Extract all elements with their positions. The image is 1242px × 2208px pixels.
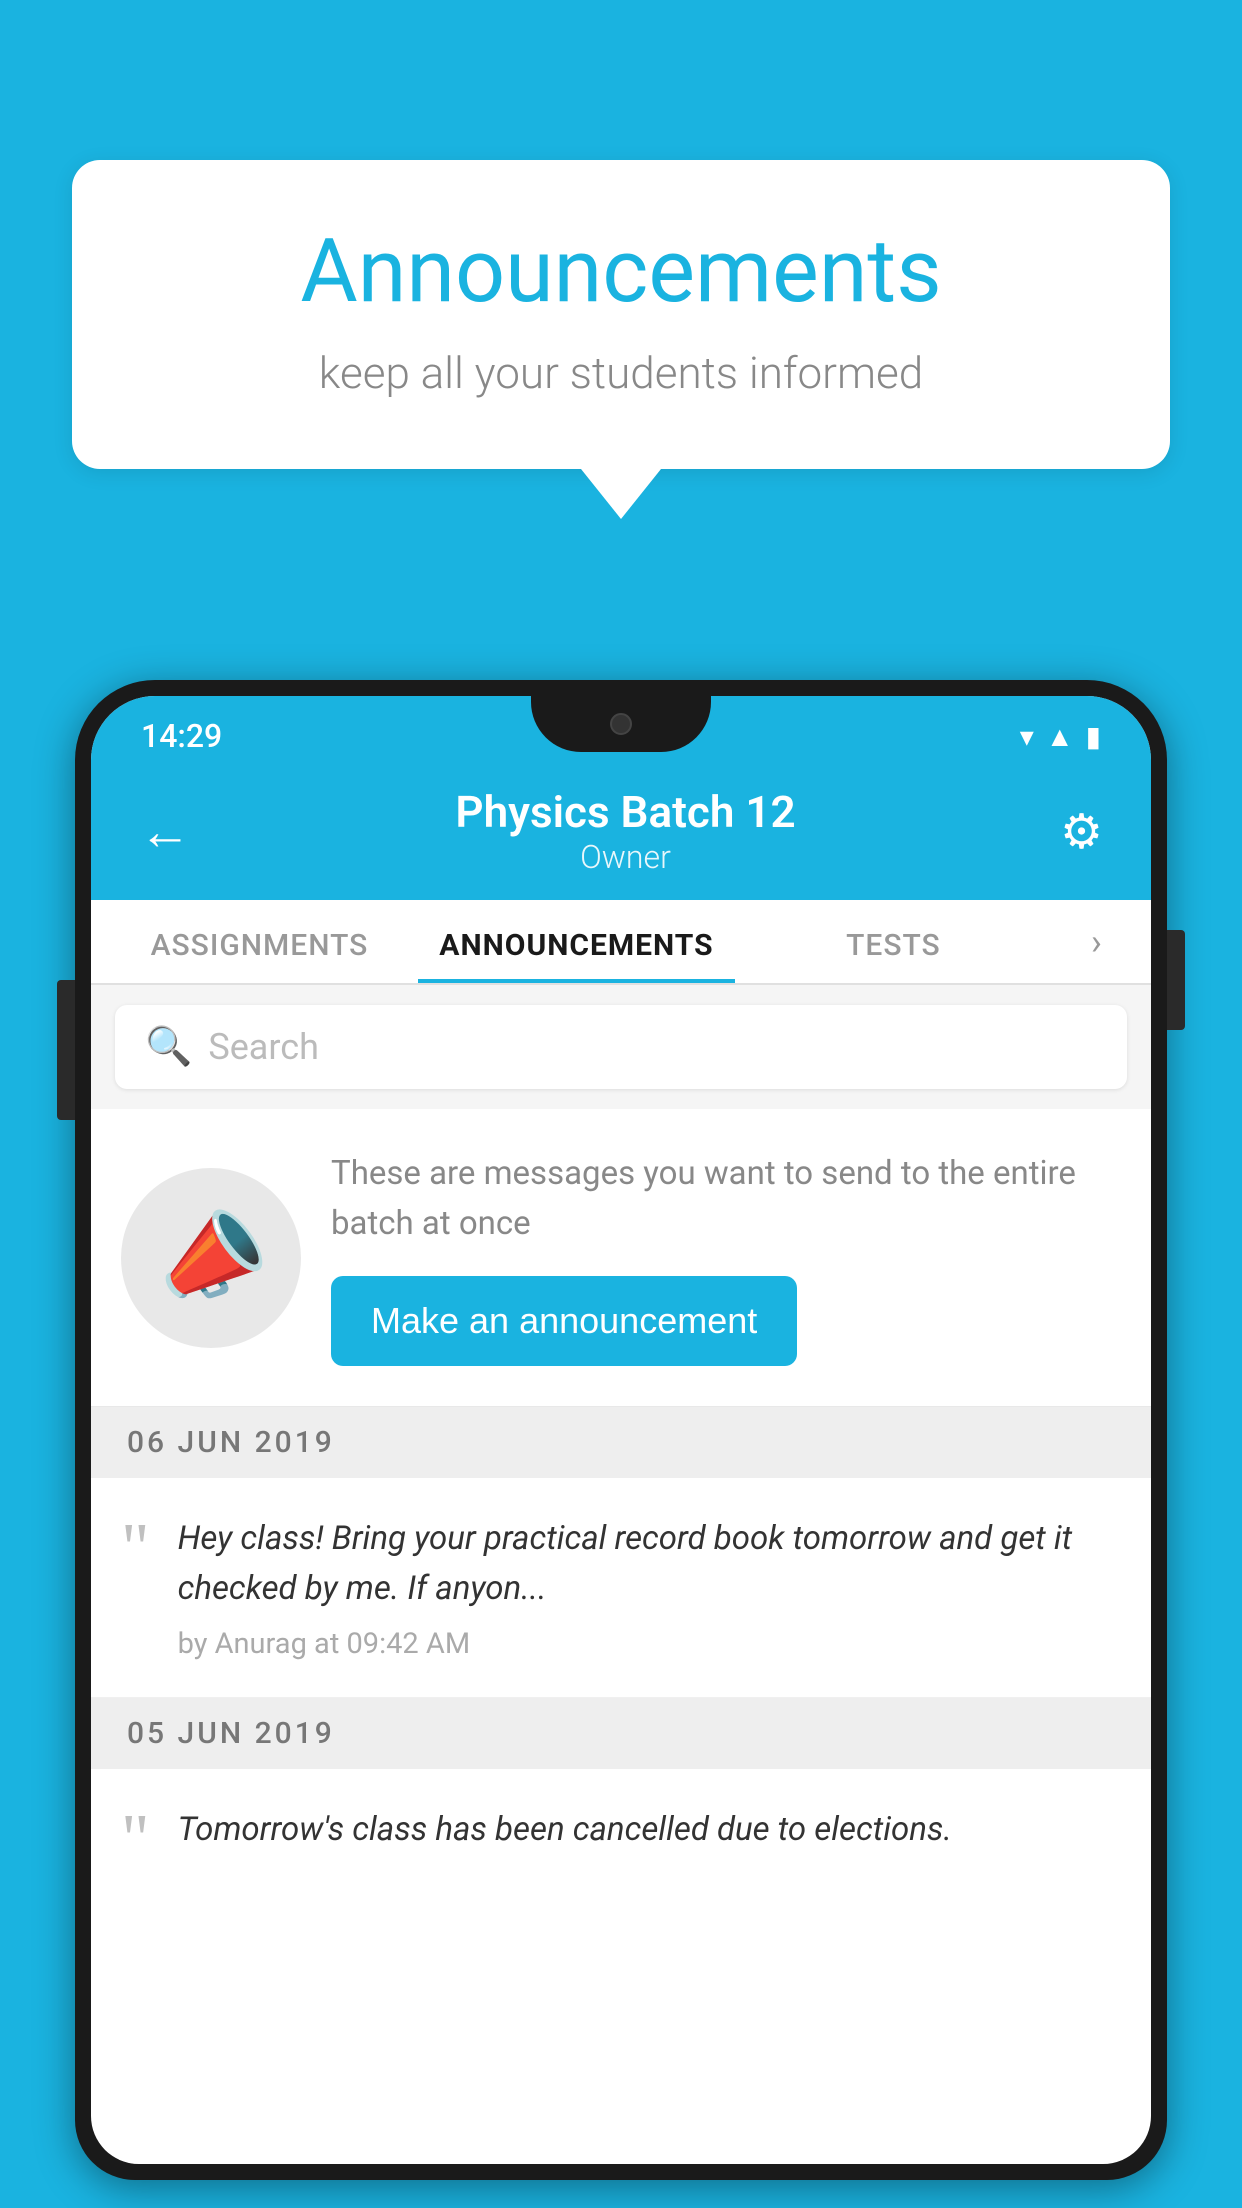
tab-assignments[interactable]: ASSIGNMENTS <box>101 900 418 983</box>
back-button[interactable]: ← <box>139 801 191 862</box>
header-title-group: Physics Batch 12 Owner <box>455 786 795 876</box>
tab-more[interactable]: › <box>1052 900 1141 983</box>
announcement-content-1: Hey class! Bring your practical record b… <box>178 1514 1121 1661</box>
announcement-text-2: Tomorrow's class has been cancelled due … <box>178 1805 1121 1855</box>
announcement-item-1: " Hey class! Bring your practical record… <box>91 1478 1151 1698</box>
header-title: Physics Batch 12 <box>455 786 795 838</box>
date-divider-1: 06 JUN 2019 <box>91 1407 1151 1478</box>
search-container: 🔍 Search <box>91 985 1151 1109</box>
tab-announcements[interactable]: ANNOUNCEMENTS <box>418 900 735 983</box>
phone-outer: 14:29 ▾ ▲ ▮ ← Physics Batch 12 Owner ⚙ <box>75 680 1167 2180</box>
announcement-description: These are messages you want to send to t… <box>331 1149 1121 1248</box>
status-time: 14:29 <box>141 717 222 755</box>
megaphone-icon: 📣 <box>143 1192 278 1322</box>
header-subtitle: Owner <box>455 838 795 876</box>
search-icon: 🔍 <box>145 1025 192 1069</box>
signal-icon: ▲ <box>1046 720 1074 753</box>
announcement-item-2: " Tomorrow's class has been cancelled du… <box>91 1769 1151 1911</box>
phone-screen: 14:29 ▾ ▲ ▮ ← Physics Batch 12 Owner ⚙ <box>91 696 1151 2164</box>
settings-button[interactable]: ⚙ <box>1060 803 1103 860</box>
announcement-content-2: Tomorrow's class has been cancelled due … <box>178 1805 1121 1875</box>
phone-wrapper: 14:29 ▾ ▲ ▮ ← Physics Batch 12 Owner ⚙ <box>75 680 1167 2208</box>
announcement-meta-1: by Anurag at 09:42 AM <box>178 1627 1121 1661</box>
status-icons: ▾ ▲ ▮ <box>1020 720 1101 753</box>
speech-bubble: Announcements keep all your students inf… <box>72 160 1170 469</box>
notch-camera <box>610 713 632 735</box>
quote-icon-1: " <box>121 1514 150 1661</box>
tab-tests[interactable]: TESTS <box>735 900 1052 983</box>
speech-bubble-subtitle: keep all your students informed <box>152 347 1090 399</box>
speech-bubble-wrapper: Announcements keep all your students inf… <box>72 160 1170 519</box>
announcement-icon-circle: 📣 <box>121 1168 301 1348</box>
search-placeholder: Search <box>208 1026 319 1068</box>
search-bar[interactable]: 🔍 Search <box>115 1005 1127 1089</box>
wifi-icon: ▾ <box>1020 720 1034 753</box>
announcement-text-1: Hey class! Bring your practical record b… <box>178 1514 1121 1613</box>
speech-bubble-title: Announcements <box>152 220 1090 323</box>
tab-bar: ASSIGNMENTS ANNOUNCEMENTS TESTS › <box>91 900 1151 985</box>
quote-icon-2: " <box>121 1805 150 1875</box>
date-divider-2: 05 JUN 2019 <box>91 1698 1151 1769</box>
make-announcement-button[interactable]: Make an announcement <box>331 1276 797 1366</box>
announcement-prompt: 📣 These are messages you want to send to… <box>91 1109 1151 1407</box>
app-header: ← Physics Batch 12 Owner ⚙ <box>91 766 1151 900</box>
phone-notch <box>531 696 711 752</box>
battery-icon: ▮ <box>1086 720 1101 753</box>
announcement-text-group: These are messages you want to send to t… <box>331 1149 1121 1366</box>
speech-bubble-arrow <box>581 469 661 519</box>
